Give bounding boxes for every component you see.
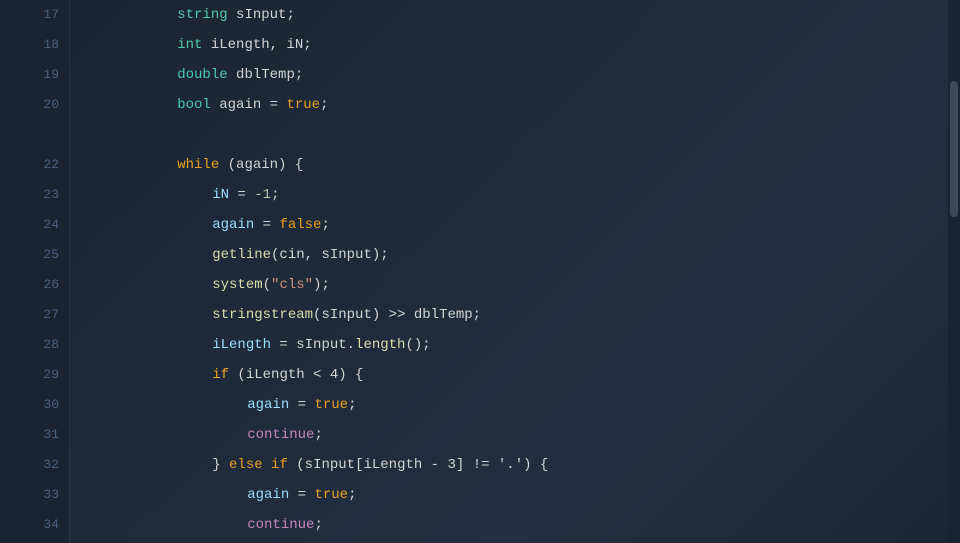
scrollbar-thumb[interactable] — [950, 81, 958, 217]
line-num-34: 34 — [0, 510, 59, 540]
line-num-24: 24 — [0, 210, 59, 240]
line-num-23: 23 — [0, 180, 59, 210]
code-content: string sInput; int iLength, iN; double d… — [70, 0, 960, 543]
token-plain: (); — [405, 337, 430, 353]
line-num-32: 32 — [0, 450, 59, 480]
line-num-33: 33 — [0, 480, 59, 510]
line-gutter: 17 18 19 20 22 − 23 24 25 26 27 28 29 30… — [0, 0, 70, 543]
token-type: bool — [177, 97, 211, 113]
line-num-20: 20 — [0, 90, 59, 120]
line-num-blank — [0, 120, 59, 150]
line-num-30: 30 — [0, 390, 59, 420]
token-kw: true — [286, 97, 320, 113]
line-num-26: 26 — [0, 270, 59, 300]
line-num-27: 27 — [0, 300, 59, 330]
token-plain: ; — [348, 397, 356, 413]
token-plain: ; — [320, 97, 328, 113]
line-num-28: 28 — [0, 330, 59, 360]
line-num-29: 29 — [0, 360, 59, 390]
code-editor: 17 18 19 20 22 − 23 24 25 26 27 28 29 30… — [0, 0, 960, 543]
line-num-19: 19 — [0, 60, 59, 90]
token-plain: again = — [211, 97, 287, 113]
line-num-18: 18 — [0, 30, 59, 60]
scrollbar[interactable] — [948, 0, 960, 543]
token-plain: ; — [348, 487, 356, 503]
line-num-17: 17 — [0, 0, 59, 30]
line-num-22: 22 − — [0, 150, 59, 180]
line-num-31: 31 — [0, 420, 59, 450]
code-line-20: bool again = true; — [90, 90, 960, 120]
line-num-25: 25 — [0, 240, 59, 270]
